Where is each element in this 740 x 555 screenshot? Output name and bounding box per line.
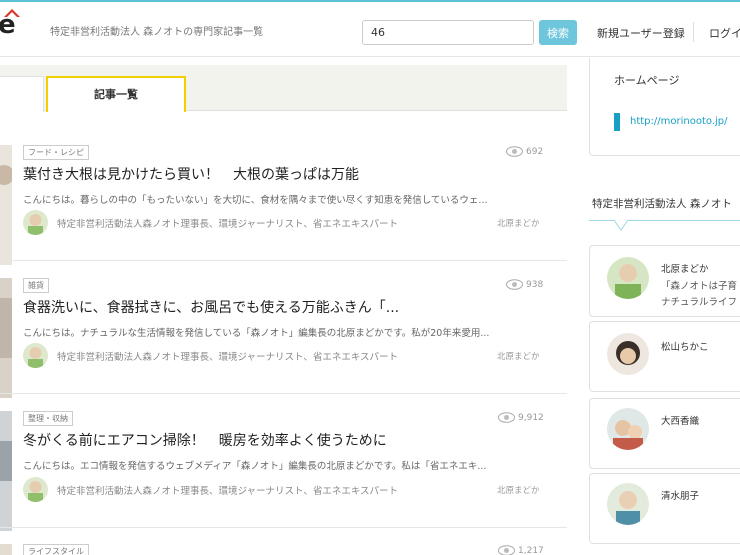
site-title: 特定非営利活動法人 森ノオトの専門家記事一覧 <box>50 27 264 38</box>
category-badge[interactable]: フード・レシピ <box>23 145 89 160</box>
eye-icon <box>498 412 515 423</box>
category-badge[interactable]: 整理・収納 <box>23 411 73 426</box>
members-section-title: 特定非営利活動法人 森ノオト <box>592 198 732 210</box>
article-divider <box>0 393 567 394</box>
tab-profile[interactable] <box>0 76 44 112</box>
homepage-link-marker <box>614 113 620 131</box>
article-title[interactable]: 葉付き大根は見かけたら買い！ 大根の葉っぱは万能 <box>23 164 359 184</box>
author-name[interactable]: 北原まどか <box>497 217 540 229</box>
category-badge[interactable]: 雑貨 <box>23 278 49 293</box>
author-title: 特定非営利活動法人森ノオト理事長、環境ジャーナリスト、省エネエキスパート <box>57 486 399 497</box>
author-avatar[interactable] <box>23 477 48 502</box>
article-divider <box>0 260 567 261</box>
member-avatar <box>607 333 649 375</box>
site-header: e 特定非営利活動法人 森ノオトの専門家記事一覧 検索 新規ユーザー登録 ログイ <box>0 2 740 57</box>
tab-article-list[interactable]: 記事一覧 <box>46 76 186 112</box>
article-thumbnail <box>0 411 12 531</box>
member-card[interactable]: 清水朋子 <box>589 473 740 544</box>
view-count-value: 938 <box>526 279 544 290</box>
member-name: 北原まどか <box>661 264 709 275</box>
search-input[interactable] <box>362 20 534 45</box>
article-excerpt: こんにちは。ナチュラルな生活情報を発信している「森ノオト」編集長の北原まどかです… <box>23 328 490 339</box>
view-count: 1,217 <box>498 545 544 555</box>
member-avatar <box>607 483 649 525</box>
author-title: 特定非営利活動法人森ノオト理事長、環境ジャーナリスト、省エネエキスパート <box>57 219 399 230</box>
header-separator <box>693 22 694 42</box>
view-count: 9,912 <box>498 412 544 423</box>
member-intro-line: 「森ノオトは子育 <box>661 281 738 292</box>
member-card[interactable]: 大西香織 <box>589 398 740 469</box>
article-thumbnail <box>0 145 12 265</box>
homepage-label: ホームページ <box>614 74 680 87</box>
author-name[interactable]: 北原まどか <box>497 350 540 362</box>
category-badge[interactable]: ライフスタイル <box>23 544 89 555</box>
author-avatar[interactable] <box>23 343 48 368</box>
chevron-down-icon <box>614 220 628 231</box>
site-logo[interactable]: e <box>0 10 16 40</box>
eye-icon <box>506 146 523 157</box>
article-excerpt: こんにちは。エコ情報を発信するウェブメディア「森ノオト」編集長の北原まどかです。… <box>23 461 487 472</box>
member-avatar <box>607 257 649 299</box>
login-link[interactable]: ログイ <box>709 25 740 41</box>
eye-icon <box>506 279 523 290</box>
member-name: 大西香織 <box>661 416 700 427</box>
member-name: 清水朋子 <box>661 491 700 502</box>
author-title: 特定非営利活動法人森ノオト理事長、環境ジャーナリスト、省エネエキスパート <box>57 352 399 363</box>
article-title[interactable]: 冬がくる前にエアコン掃除！ 暖房を効率よく使うために <box>23 430 387 450</box>
member-card[interactable]: 北原まどか 「森ノオトは子育 ナチュラルライフ <box>589 245 740 317</box>
author-name[interactable]: 北原まどか <box>497 484 540 496</box>
article-excerpt: こんにちは。暮らしの中の「もったいない」を大切に、食材を隅々まで使い尽くす知恵を… <box>23 195 488 206</box>
view-count-value: 692 <box>526 146 544 157</box>
article-thumbnail <box>0 544 12 555</box>
member-card[interactable]: 松山ちかこ <box>589 321 740 392</box>
article-divider <box>0 527 567 528</box>
members-section-underline <box>589 220 740 221</box>
article-thumbnail <box>0 278 12 398</box>
author-avatar[interactable] <box>23 210 48 235</box>
view-count-value: 9,912 <box>518 412 544 423</box>
view-count-value: 1,217 <box>518 545 544 555</box>
member-name: 松山ちかこ <box>661 342 709 353</box>
member-avatar <box>607 408 649 450</box>
register-link[interactable]: 新規ユーザー登録 <box>597 25 685 41</box>
article-title[interactable]: 食器洗いに、食器拭きに、お風呂でも使える万能ふきん「... <box>23 297 399 317</box>
search-button[interactable]: 検索 <box>539 20 577 45</box>
view-count: 938 <box>506 279 543 290</box>
member-intro-line: ナチュラルライフ <box>661 297 738 308</box>
view-count: 692 <box>506 146 543 157</box>
eye-icon <box>498 545 515 555</box>
homepage-link[interactable]: http://morinooto.jp/ <box>630 116 728 127</box>
